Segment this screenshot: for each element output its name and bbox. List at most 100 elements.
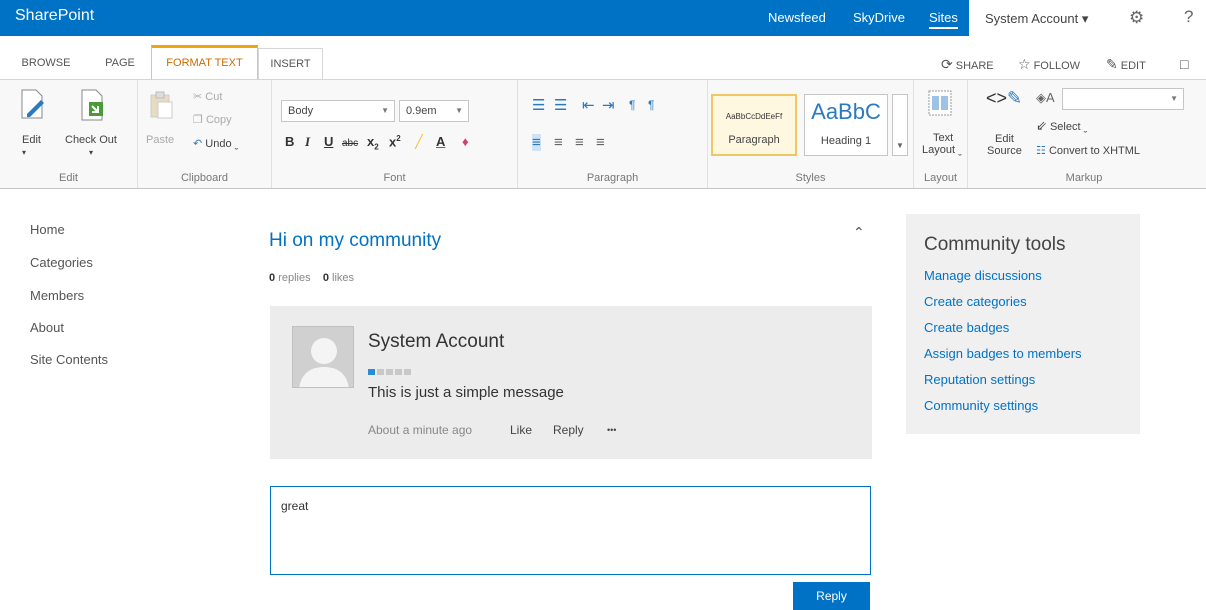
reply-author[interactable]: System Account [368,331,504,353]
strikethrough-button[interactable]: abc [342,138,358,149]
reputation-pip [386,369,393,375]
convert-xhtml-button[interactable]: ☷ Convert to XHTML [1036,144,1140,157]
underline-button[interactable]: U [324,134,333,149]
check-out-dropdown-icon[interactable]: ▾ [89,148,93,157]
tab-page[interactable]: PAGE [98,48,142,79]
outdent-icon[interactable]: ⇤ [582,96,595,114]
share-button[interactable]: ⟳ SHARE [941,56,994,73]
edit-source-label-2[interactable]: Source [987,145,1022,157]
tab-browse[interactable]: BROWSE [18,48,74,79]
newsfeed-link[interactable]: Newsfeed [768,10,826,25]
reply-link[interactable]: Reply [553,423,584,437]
nav-categories[interactable]: Categories [30,255,93,270]
ltr-icon[interactable]: ¶ [629,98,635,112]
follow-button[interactable]: ☆ FOLLOW [1018,56,1080,73]
reputation-bar [368,362,413,375]
check-out-button[interactable]: Check Out [65,134,117,146]
reply-textbox[interactable]: great [270,486,871,575]
manage-discussions-link[interactable]: Manage discussions [924,268,1042,283]
collapse-icon[interactable]: ⌃ [853,224,865,241]
community-settings-link[interactable]: Community settings [924,398,1038,413]
account-menu[interactable]: System Account ▾ [985,11,1088,27]
edit-button[interactable]: Edit [22,134,41,146]
align-left-icon[interactable]: ≡ [532,134,541,151]
italic-button[interactable]: I [305,134,310,150]
edit-page-button[interactable]: ✎ EDIT [1106,56,1146,73]
suite-bar: SharePoint Newsfeed SkyDrive Sites Syste… [0,0,1206,36]
tab-format-text[interactable]: FORMAT TEXT [151,45,258,80]
reputation-settings-link[interactable]: Reputation settings [924,372,1035,387]
gear-icon[interactable]: ⚙ [1129,8,1144,28]
align-center-icon[interactable]: ≡ [554,134,563,151]
select-button[interactable]: ⇙ Select ˬ [1036,118,1087,134]
text-layout-label-2[interactable]: Layout ˬ [922,144,962,156]
avatar[interactable] [292,326,354,388]
style-heading-1[interactable]: AaBbC Heading 1 [804,94,888,156]
brand-logo[interactable]: SharePoint [15,7,94,25]
edit-doc-icon[interactable] [19,88,47,123]
justify-icon[interactable]: ≡ [596,134,605,151]
create-badges-link[interactable]: Create badges [924,320,1009,335]
copy-button[interactable]: ❐ Copy [193,113,232,126]
bold-button[interactable]: B [285,134,294,149]
chevron-down-icon: ▼ [1170,94,1178,103]
check-out-icon[interactable] [79,88,107,125]
sites-link[interactable]: Sites [929,10,958,29]
styles-more-icon[interactable]: ▼ [892,94,908,156]
font-style-select[interactable]: Body ▼ [281,100,395,122]
edit-source-button[interactable]: Edit [995,133,1014,145]
nav-members[interactable]: Members [30,288,84,303]
styles-group: AaBbCcDdEeFf Paragraph AaBbC Heading 1 ▼… [708,80,914,188]
nav-home[interactable]: Home [30,222,65,237]
pencil-icon: ✎ [1007,88,1023,108]
clipboard-group-label: Clipboard [180,172,229,184]
post-title: Hi on my community [269,230,442,251]
nav-about[interactable]: About [30,320,64,335]
copy-label: Copy [205,114,232,126]
assign-badges-link[interactable]: Assign badges to members [924,346,1082,361]
select-label: Select ˬ [1049,121,1088,133]
subscript-button[interactable]: x2 [367,134,379,152]
text-layout-button[interactable]: Text [933,132,953,144]
create-categories-link[interactable]: Create categories [924,294,1027,309]
align-right-icon[interactable]: ≡ [575,134,584,151]
edit-dropdown-icon[interactable]: ▾ [22,148,26,157]
undo-label: Undo ˬ [205,138,239,150]
highlight-icon[interactable]: ╱ [415,134,423,150]
nav-site-contents[interactable]: Site Contents [30,352,108,367]
tab-insert[interactable]: INSERT [258,48,323,80]
reply-button[interactable]: Reply [793,582,870,610]
skydrive-link[interactable]: SkyDrive [853,10,905,25]
undo-button[interactable]: ↶ Undo ˬ [193,137,238,150]
share-label: SHARE [955,60,994,72]
bullet-list-icon[interactable]: ☰ [532,96,545,114]
indent-icon[interactable]: ⇥ [602,96,615,114]
cut-label: Cut [205,91,223,103]
focus-content-icon[interactable]: □ [1180,56,1188,72]
follow-label: FOLLOW [1033,60,1081,72]
paragraph-style-name: Paragraph [728,134,780,146]
font-size-select[interactable]: 0.9em ▼ [399,100,469,122]
help-icon[interactable]: ? [1184,7,1193,27]
paragraph-sample: AaBbCcDdEeFf [725,112,783,121]
like-button[interactable]: Like [510,423,532,437]
font-color-button[interactable]: A [436,134,445,149]
language-icon[interactable]: ◈A [1036,90,1055,106]
replies-label: replies [278,272,311,284]
rtl-icon[interactable]: ¶ [648,98,654,112]
numbered-list-icon[interactable]: ☰ [554,96,567,114]
text-layout-icon[interactable] [928,90,952,119]
reputation-pip [377,369,384,375]
style-paragraph[interactable]: AaBbCcDdEeFf Paragraph [711,94,797,156]
code-icon[interactable]: <>✎ [986,88,1022,109]
markup-styles-select[interactable]: ▼ [1062,88,1184,110]
copy-icon: ❐ [193,114,203,126]
cut-button[interactable]: ✂ Cut [193,90,222,103]
more-options-icon[interactable]: ••• [607,425,616,435]
clear-format-icon[interactable]: ♦ [462,134,469,149]
layout-group: Text Layout ˬ Layout [914,80,968,188]
superscript-button[interactable]: x2 [389,134,401,149]
paste-button[interactable]: Paste [146,134,174,146]
undo-icon: ↶ [193,138,203,150]
paragraph-group-label: Paragraph [586,172,639,184]
